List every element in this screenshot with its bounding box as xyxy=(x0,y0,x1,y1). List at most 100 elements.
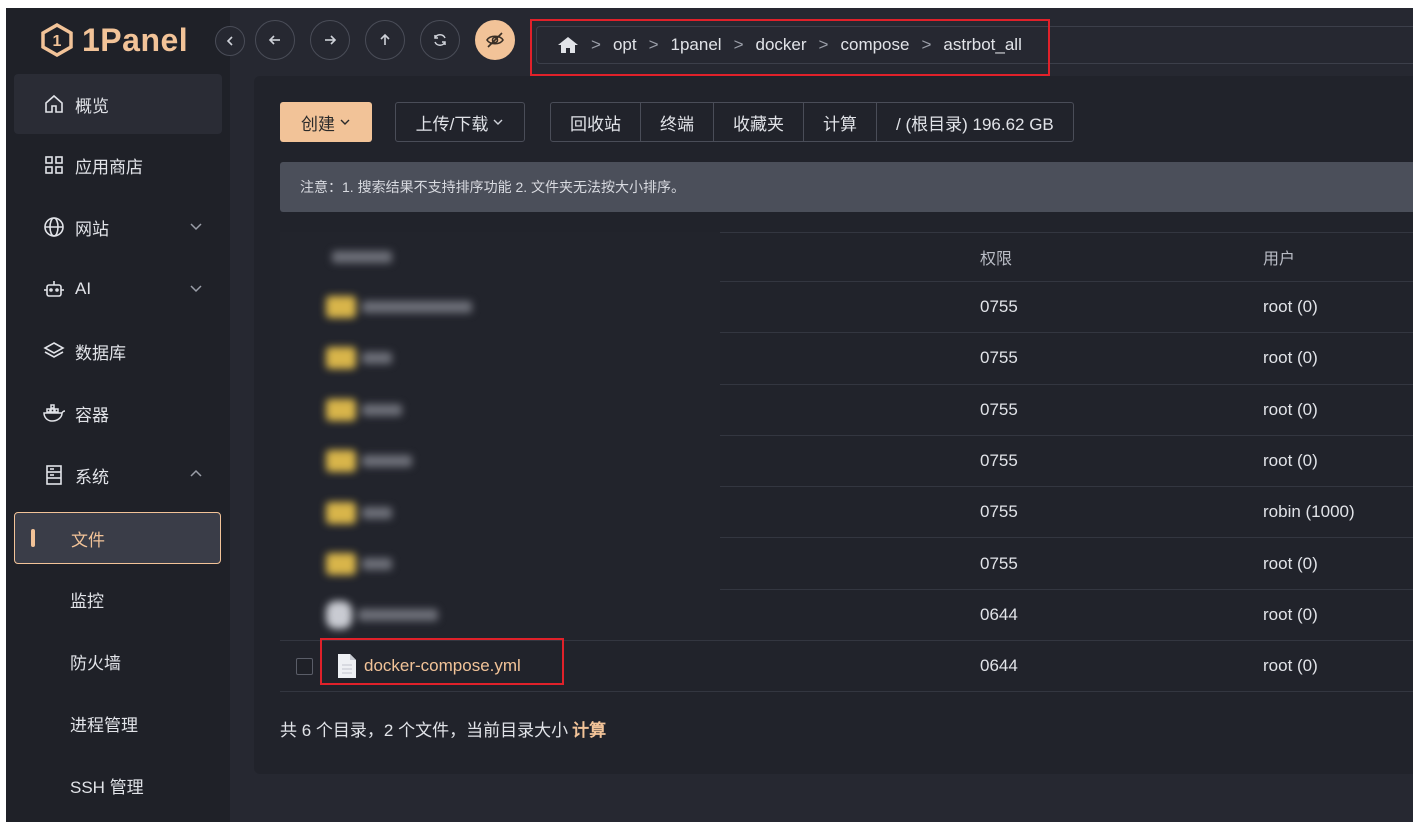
sidebar-subitem-files[interactable]: 文件 xyxy=(14,512,221,564)
breadcrumb-separator: > xyxy=(591,35,601,54)
sidebar-item-overview[interactable]: 概览 xyxy=(14,74,222,134)
calculate-size-link[interactable]: 计算 xyxy=(572,721,606,740)
permission-cell: 0644 xyxy=(980,604,1018,624)
breadcrumb-separator: > xyxy=(733,35,744,54)
permission-column-header[interactable]: 权限 xyxy=(980,245,1012,269)
permission-cell: 0755 xyxy=(980,399,1018,419)
sidebar-item-ai[interactable]: AI xyxy=(14,258,222,320)
redacted-folder-entry xyxy=(326,292,472,322)
terminal-button[interactable]: 终端 xyxy=(641,103,714,141)
user-cell: root (0) xyxy=(1263,399,1318,419)
server-icon xyxy=(42,463,66,487)
redacted-name-area xyxy=(280,232,720,640)
file-name-label: docker-compose.yml xyxy=(364,656,521,676)
permission-cell: 0755 xyxy=(980,553,1018,573)
refresh-icon xyxy=(434,34,446,46)
breadcrumb-item[interactable]: astrbot_all xyxy=(943,35,1021,55)
user-column-header[interactable]: 用户 xyxy=(1263,245,1295,269)
arrow-up-icon xyxy=(380,33,390,45)
upload-download-button[interactable]: 上传/下载 xyxy=(395,102,525,142)
layers-icon xyxy=(42,339,66,363)
breadcrumb-item[interactable]: docker xyxy=(756,35,807,55)
sidebar-item-app-store[interactable]: 应用商店 xyxy=(14,134,222,196)
breadcrumb-item[interactable]: 1panel xyxy=(671,35,722,55)
file-table: 权限 用户 0755 root (0) 0755 root (0) 0755 r… xyxy=(280,232,1413,693)
home-icon xyxy=(42,92,66,116)
logo-hexagon-icon: 1 xyxy=(40,23,74,57)
document-icon xyxy=(338,654,356,679)
sidebar-item-container[interactable]: 容器 xyxy=(14,382,222,444)
globe-icon xyxy=(42,215,66,239)
sidebar-item-label: AI xyxy=(75,279,92,298)
toolbar: 创建 上传/下载 回收站 终端 收藏夹 计算 / (根目录) 196.62 GB xyxy=(280,102,1074,142)
apps-grid-icon xyxy=(42,153,66,177)
docker-icon xyxy=(42,401,66,425)
sidebar-item-label: 网站 xyxy=(75,219,109,239)
sidebar-subitem-label: 监控 xyxy=(70,591,104,611)
sidebar-subitem-process[interactable]: 进程管理 xyxy=(14,692,222,754)
breadcrumb-item[interactable]: compose xyxy=(840,35,909,55)
sidebar-nav: 概览 应用商店 网站 AI 数据库 容器 系统 文件 监控 防火墙 进程管理 S… xyxy=(14,74,222,816)
permission-cell: 0755 xyxy=(980,297,1018,317)
home-icon[interactable] xyxy=(557,35,579,55)
create-button[interactable]: 创建 xyxy=(280,102,372,142)
permission-cell: 0644 xyxy=(980,656,1018,676)
arrow-left-icon xyxy=(268,35,280,45)
notice-banner: 注意：1. 搜索结果不支持排序功能 2. 文件夹无法按大小排序。 xyxy=(280,162,1413,212)
chevron-down-icon xyxy=(340,119,350,125)
calculate-button[interactable]: 计算 xyxy=(804,103,877,141)
permission-cell: 0755 xyxy=(980,451,1018,471)
user-cell: root (0) xyxy=(1263,348,1318,368)
sidebar-subitem-label: 防火墙 xyxy=(70,653,121,673)
chevron-left-icon xyxy=(226,36,233,46)
sidebar: 1 1Panel 概览 应用商店 网站 AI 数据库 容器 系统 文件 监控 防… xyxy=(6,8,230,822)
file-name-cell[interactable]: docker-compose.yml xyxy=(336,653,521,679)
logo[interactable]: 1 1Panel xyxy=(40,20,188,60)
sidebar-item-database[interactable]: 数据库 xyxy=(14,320,222,382)
sidebar-item-label: 概览 xyxy=(75,96,109,116)
root-disk-button[interactable]: / (根目录) 196.62 GB xyxy=(877,103,1073,141)
up-directory-button[interactable] xyxy=(365,20,405,60)
user-cell: root (0) xyxy=(1263,656,1318,676)
sidebar-subitem-label: 进程管理 xyxy=(70,715,138,735)
sidebar-item-label: 系统 xyxy=(75,467,109,487)
user-cell: root (0) xyxy=(1263,553,1318,573)
redacted-folder-entry xyxy=(326,498,392,528)
collapse-sidebar-button[interactable] xyxy=(215,26,245,56)
forward-button[interactable] xyxy=(310,20,350,60)
redacted-folder-entry xyxy=(326,395,402,425)
arrow-right-icon xyxy=(325,35,337,45)
table-row[interactable]: docker-compose.yml 0644 root (0) xyxy=(280,641,1413,693)
toolbar-button-group: 回收站 终端 收藏夹 计算 / (根目录) 196.62 GB xyxy=(550,102,1074,142)
toggle-hidden-files-button[interactable] xyxy=(475,20,515,60)
redacted-header xyxy=(326,242,392,272)
breadcrumb-separator: > xyxy=(648,35,659,54)
recycle-bin-button[interactable]: 回收站 xyxy=(551,103,641,141)
permission-cell: 0755 xyxy=(980,348,1018,368)
redacted-file-entry xyxy=(326,600,438,630)
breadcrumb-separator: > xyxy=(818,35,829,54)
breadcrumb-separator: > xyxy=(921,35,932,54)
sidebar-subitem-label: SSH 管理 xyxy=(70,777,144,797)
sidebar-subitem-monitor[interactable]: 监控 xyxy=(14,568,222,630)
file-manager-panel: 创建 上传/下载 回收站 终端 收藏夹 计算 / (根目录) 196.62 GB… xyxy=(254,76,1413,774)
back-button[interactable] xyxy=(255,20,295,60)
sidebar-subitem-firewall[interactable]: 防火墙 xyxy=(14,630,222,692)
row-checkbox[interactable] xyxy=(296,657,313,675)
sidebar-item-label: 数据库 xyxy=(75,343,126,363)
robot-icon xyxy=(42,277,66,301)
summary-text: 共 6 个目录，2 个文件，当前目录大小 xyxy=(280,721,569,740)
breadcrumb-item[interactable]: opt xyxy=(613,35,637,55)
create-button-label: 创建 xyxy=(301,114,335,134)
sidebar-subitem-ssh[interactable]: SSH 管理 xyxy=(14,754,222,816)
upload-download-label: 上传/下载 xyxy=(415,114,489,134)
sidebar-item-system[interactable]: 系统 xyxy=(14,444,222,506)
sidebar-item-website[interactable]: 网站 xyxy=(14,196,222,258)
user-cell: root (0) xyxy=(1263,297,1318,317)
chevron-down-icon xyxy=(190,223,202,231)
favorites-button[interactable]: 收藏夹 xyxy=(714,103,804,141)
chevron-down-icon xyxy=(190,285,202,293)
refresh-button[interactable] xyxy=(420,20,460,60)
logo-text: 1Panel xyxy=(82,21,189,58)
user-cell: root (0) xyxy=(1263,451,1318,471)
